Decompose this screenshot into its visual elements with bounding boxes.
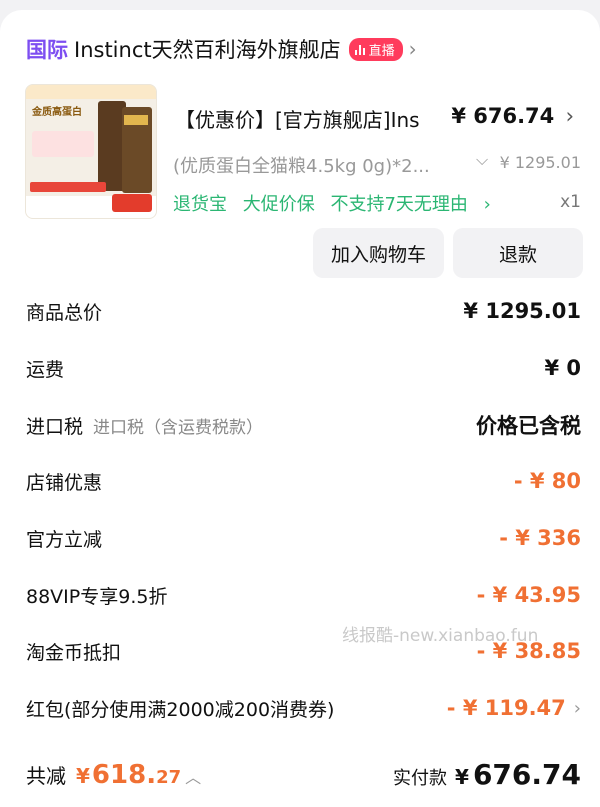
chevron-up-icon[interactable]: ︿ xyxy=(185,764,201,788)
watermark: 线报酷-new.xianbao.fun xyxy=(342,626,539,646)
actual-paid: 实付款 ¥ 676.74 xyxy=(393,758,581,791)
original-price: ¥ 1295.01 xyxy=(499,153,581,172)
quantity: x1 xyxy=(560,192,581,212)
live-badge[interactable]: 直播 xyxy=(348,37,403,61)
summary-value: ¥ 1295.01 xyxy=(463,299,581,323)
summary-label: 红包(部分使用满2000减200消费券) xyxy=(26,698,335,721)
summary-label: 进口税 xyxy=(26,415,84,438)
summary-sublabel: 进口税（含运费税款） xyxy=(93,417,264,438)
service-tag: 退货宝 xyxy=(173,194,227,215)
total-saved-integer: 618. xyxy=(91,760,157,790)
summary-row-import-tax: 进口税 进口税（含运费税款） 价格已含税 xyxy=(26,410,581,440)
thumb-topbar xyxy=(26,85,156,99)
summary-label: 88VIP专享9.5折 xyxy=(26,585,168,608)
summary-row-shop-discount: 店铺优惠 - ¥ 80 xyxy=(26,466,581,496)
summary-value: - ¥ 119.47 xyxy=(446,696,566,720)
thumb-promo-box xyxy=(32,131,94,157)
currency-symbol: ¥ xyxy=(76,764,90,788)
summary-value: 价格已含税 xyxy=(476,414,581,438)
add-to-cart-button[interactable]: 加入购物车 xyxy=(313,228,444,278)
currency-symbol: ¥ xyxy=(455,765,469,789)
summary-value: - ¥ 336 xyxy=(499,526,581,550)
total-saved-decimal: 27 xyxy=(156,767,182,788)
product-price[interactable]: ¥ 676.74 › xyxy=(451,104,574,128)
shop-header[interactable]: 国际 Instinct天然百利海外旗舰店 直播 › xyxy=(26,34,417,64)
summary-value: - ¥ 80 xyxy=(513,469,581,493)
summary-row-total: 商品总价 ¥ 1295.01 xyxy=(26,296,581,326)
live-bars-icon xyxy=(354,44,365,55)
summary-row-official-discount: 官方立减 - ¥ 336 xyxy=(26,523,581,553)
international-badge: 国际 xyxy=(26,38,68,62)
summary-label: 淘金币抵扣 xyxy=(26,641,122,664)
summary-label: 官方立减 xyxy=(26,528,103,551)
bag-label xyxy=(124,115,148,125)
order-detail-card: 国际 Instinct天然百利海外旗舰店 直播 › 金质高蛋白 【优惠价】[官方… xyxy=(0,10,600,807)
total-saved[interactable]: 共减 ¥ 618. 27 ︿ xyxy=(26,760,201,790)
summary-row-shipping: 运费 ¥ 0 xyxy=(26,353,581,383)
live-label: 直播 xyxy=(368,43,395,59)
service-tags[interactable]: 退货宝 大促价保 不支持7天无理由 › xyxy=(173,190,491,216)
chevron-down-icon[interactable]: ⌵ xyxy=(476,150,488,170)
chevron-right-icon: › xyxy=(573,697,581,719)
product-spec[interactable]: (优质蛋白全猫粮4.5kg 0g)*2... xyxy=(173,152,430,178)
chevron-right-icon: › xyxy=(483,194,491,215)
summary-label: 运费 xyxy=(26,358,65,381)
summary-row-88vip: 88VIP专享9.5折 - ¥ 43.95 xyxy=(26,580,581,610)
summary-value: ¥ 0 xyxy=(544,356,581,380)
refund-button[interactable]: 退款 xyxy=(453,228,583,278)
thumb-title: 金质高蛋白 xyxy=(32,107,82,118)
shop-name[interactable]: Instinct天然百利海外旗舰店 xyxy=(74,34,341,64)
service-tag: 大促价保 xyxy=(242,194,315,215)
product-title[interactable]: 【优惠价】[官方旗舰店]Ins xyxy=(175,104,420,133)
actual-paid-label: 实付款 xyxy=(393,768,448,789)
chevron-right-icon[interactable]: › xyxy=(409,37,417,61)
summary-label: 店铺优惠 xyxy=(26,471,103,494)
actual-paid-amount: 676.74 xyxy=(472,758,581,791)
total-saved-label: 共减 xyxy=(26,764,66,788)
summary-value: - ¥ 43.95 xyxy=(476,583,581,607)
summary-label: 商品总价 xyxy=(26,301,103,324)
service-tag: 不支持7天无理由 xyxy=(330,194,468,215)
chevron-right-icon: › xyxy=(565,104,574,128)
product-price-value: ¥ 676.74 xyxy=(451,104,555,128)
product-thumbnail[interactable]: 金质高蛋白 xyxy=(25,84,157,219)
thumb-red-banner xyxy=(30,182,106,192)
summary-row-red-packet[interactable]: 红包(部分使用满2000减200消费券) - ¥ 119.47 › xyxy=(26,693,581,723)
thumb-price-tag xyxy=(112,194,152,212)
